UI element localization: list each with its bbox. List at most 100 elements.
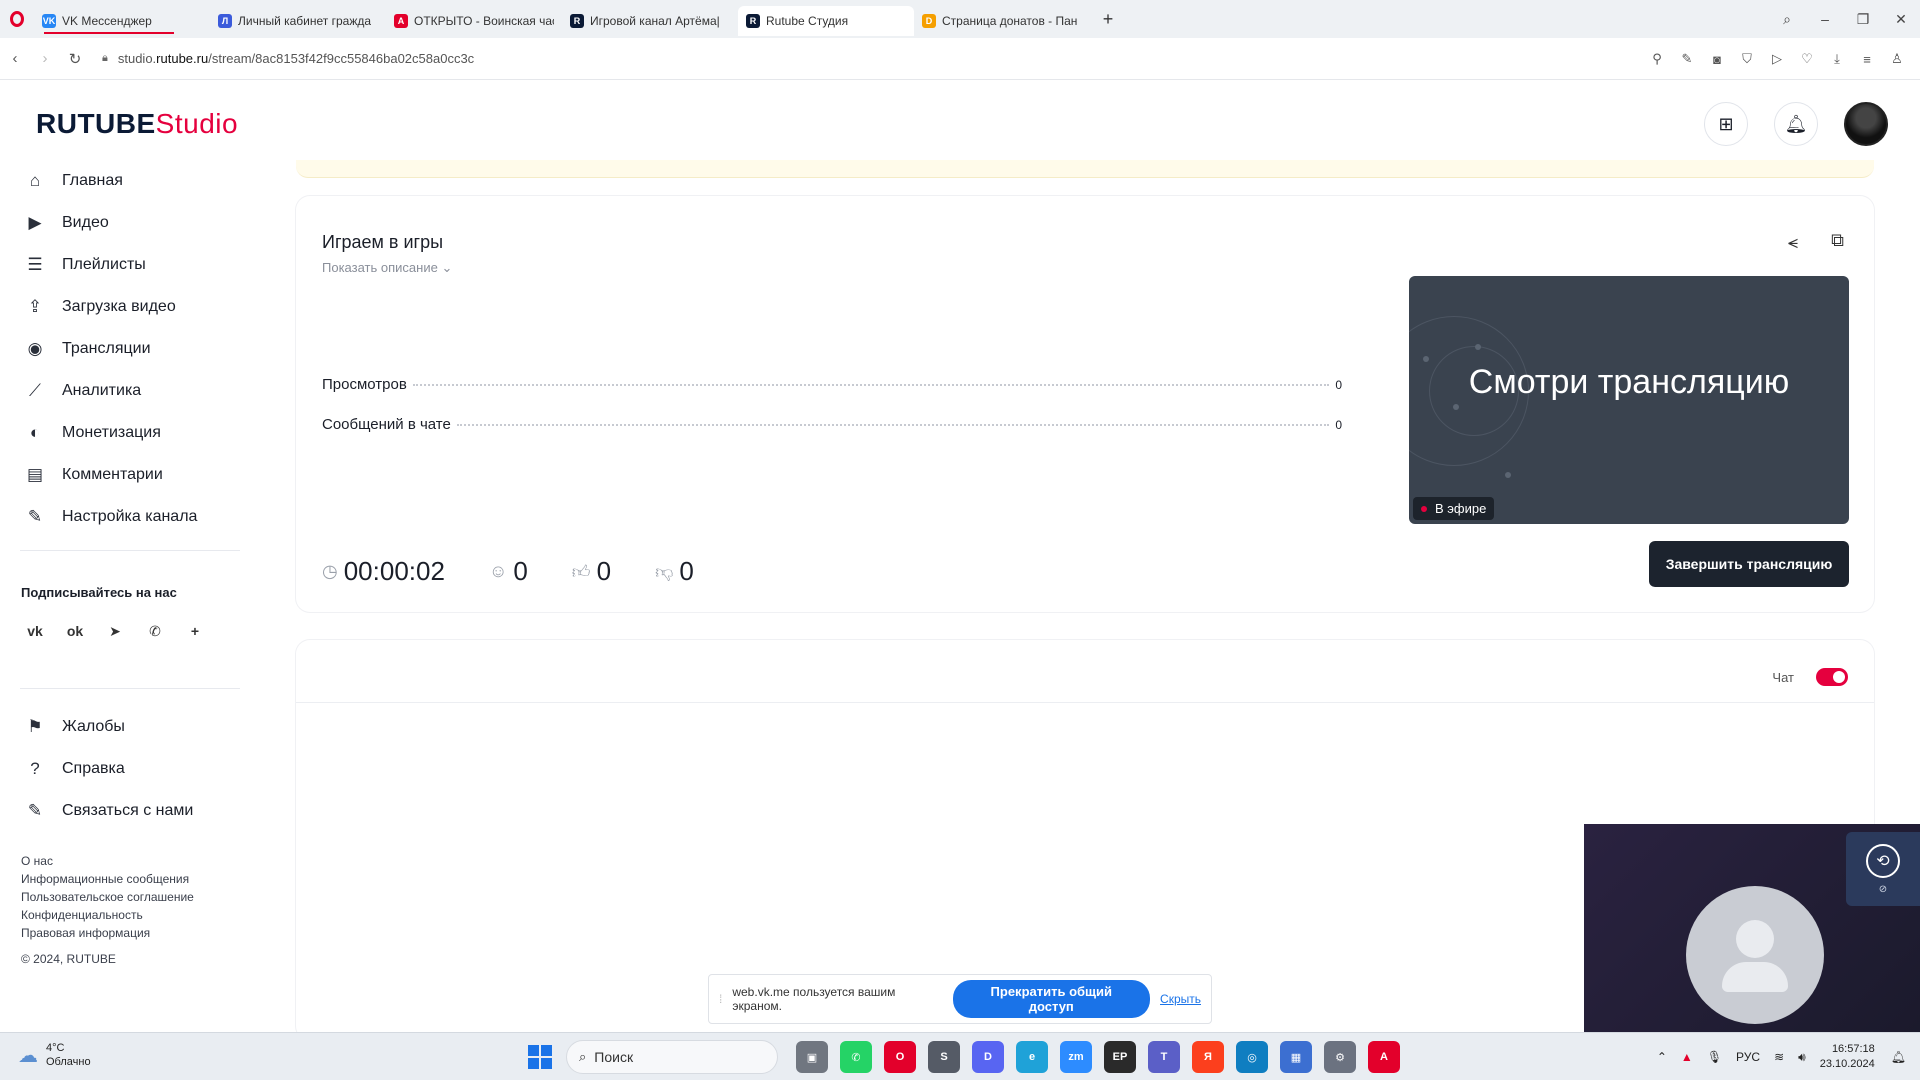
- tab-favicon-icon: А: [394, 14, 408, 28]
- more-icon[interactable]: +: [180, 616, 210, 646]
- footer-link[interactable]: Конфиденциальность: [21, 906, 194, 924]
- footer-link[interactable]: Пользовательское соглашение: [21, 888, 194, 906]
- sidebar-item-analytics[interactable]: ⟋ Аналитика: [0, 370, 240, 412]
- sidebar-secondary-nav: ⚑ Жалобы? Справка ✎ Связаться с нами: [0, 706, 240, 832]
- reload-button[interactable]: ↻: [60, 50, 90, 68]
- contact-icon: ✎: [27, 801, 43, 820]
- show-description-toggle[interactable]: Показать описание ⌄: [322, 260, 452, 276]
- opera-icon[interactable]: O: [884, 1041, 916, 1073]
- browser-tab[interactable]: А ОТКРЫТО - Воинская час: [386, 6, 562, 36]
- zoom-icon[interactable]: ⚲: [1648, 51, 1666, 67]
- stream-title: Играем в игры: [322, 232, 444, 252]
- browser-tab[interactable]: R Rutube Студия: [738, 6, 914, 36]
- edit-icon[interactable]: ✎: [1678, 51, 1696, 67]
- url-field[interactable]: 🔒︎ studio. rutube.ru/stream/8ac8153f42f9c…: [102, 51, 474, 66]
- new-tab-button[interactable]: +: [1096, 7, 1120, 31]
- back-button[interactable]: ‹: [0, 50, 30, 67]
- sidebar-item-comments[interactable]: ▤ Комментарии: [0, 454, 240, 496]
- footer-link[interactable]: Правовая информация: [21, 924, 194, 942]
- call-action-button[interactable]: ⟲: [1866, 843, 1900, 878]
- file-explorer-icon[interactable]: ▣: [796, 1041, 828, 1073]
- discord-icon[interactable]: D: [972, 1041, 1004, 1073]
- weather-widget[interactable]: ☁ 4°C Облачно: [18, 1041, 91, 1069]
- zoom-icon[interactable]: zm: [1060, 1041, 1092, 1073]
- stream-preview[interactable]: Смотри трансляцию В эфире: [1409, 276, 1849, 524]
- notifications-tray-icon[interactable]: 🔔︎: [1891, 1050, 1906, 1064]
- sidebar-item-contact[interactable]: ✎ Связаться с нами: [0, 790, 240, 832]
- hide-link[interactable]: Скрыть: [1160, 992, 1201, 1006]
- play-icon[interactable]: ▷: [1768, 51, 1786, 67]
- telegram-icon[interactable]: ➤: [100, 616, 130, 646]
- footer-link[interactable]: Информационные сообщения: [21, 870, 194, 888]
- sidebar-item-playlist[interactable]: ☰ Плейлисты: [0, 244, 240, 286]
- sidebar-item-upload[interactable]: ⇪ Загрузка видео: [0, 286, 240, 328]
- viber-icon[interactable]: ✆: [140, 616, 170, 646]
- sidebar-item-home[interactable]: ⌂ Главная: [0, 160, 240, 202]
- clock[interactable]: 16:57:18 23.10.2024: [1820, 1042, 1875, 1072]
- store-icon[interactable]: ▦: [1280, 1041, 1312, 1073]
- odnoklassniki-icon[interactable]: ok: [60, 616, 90, 646]
- microphone-icon[interactable]: 🎙︎: [1707, 1050, 1722, 1064]
- volume-icon[interactable]: 🔊︎: [1798, 1050, 1806, 1065]
- yandex-icon[interactable]: Я: [1192, 1041, 1224, 1073]
- menu-icon[interactable]: ≡: [1858, 52, 1876, 67]
- drag-handle-icon[interactable]: ⁞: [719, 992, 722, 1006]
- sidebar-item-label: Трансляции: [62, 340, 151, 357]
- wifi-icon[interactable]: ≋: [1774, 1050, 1784, 1064]
- start-button[interactable]: [528, 1045, 552, 1069]
- chevron-up-icon[interactable]: ⌃: [1657, 1050, 1667, 1064]
- teams-icon[interactable]: T: [1148, 1041, 1180, 1073]
- sidebar-item-flag[interactable]: ⚑ Жалобы: [0, 706, 240, 748]
- share-icon[interactable]: ⪪: [1788, 232, 1798, 253]
- download-icon[interactable]: ⤓: [1828, 51, 1846, 67]
- obs-icon[interactable]: ◎: [1236, 1041, 1268, 1073]
- browser-tab[interactable]: D Страница донатов - Пан: [914, 6, 1090, 36]
- footer-link[interactable]: О нас: [21, 852, 194, 870]
- restore-button[interactable]: ❐: [1844, 11, 1882, 28]
- chat-messages-stat-row: Сообщений в чате 0: [322, 416, 1342, 433]
- camera-off-icon[interactable]: ⊘: [1879, 884, 1887, 895]
- forward-button[interactable]: ›: [30, 50, 60, 67]
- taskbar-search[interactable]: ⌕ Поиск: [566, 1040, 778, 1074]
- system-tray: ⌃ ▲ 🎙︎ РУС ≋ 🔊︎ 16:57:18 23.10.2024 🔔︎: [1657, 1033, 1920, 1080]
- vk-icon[interactable]: vk: [20, 616, 50, 646]
- tray-app-icon[interactable]: ▲: [1681, 1050, 1693, 1064]
- share-message: web.vk.me пользуется вашим экраном.: [732, 985, 896, 1013]
- language-indicator[interactable]: РУС: [1736, 1050, 1760, 1064]
- stop-sharing-button[interactable]: Прекратить общий доступ: [952, 980, 1151, 1018]
- close-window-button[interactable]: ✕: [1882, 11, 1920, 28]
- add-content-button[interactable]: ⊞: [1704, 102, 1748, 146]
- browser-tab[interactable]: R Игровой канал Артёма|: [562, 6, 738, 36]
- tab-favicon-icon: D: [922, 14, 936, 28]
- whatsapp-icon[interactable]: ✆: [840, 1041, 872, 1073]
- notifications-button[interactable]: 🔔︎: [1774, 102, 1818, 146]
- edge-icon[interactable]: e: [1016, 1041, 1048, 1073]
- browser-tab[interactable]: Л Личный кабинет гражда: [210, 6, 386, 36]
- end-stream-button[interactable]: Завершить трансляцию: [1649, 541, 1849, 587]
- avatar[interactable]: [1844, 102, 1888, 146]
- sidebar-item-help[interactable]: ? Справка: [0, 748, 240, 790]
- epic-games-icon[interactable]: EP: [1104, 1041, 1136, 1073]
- sidebar-item-video[interactable]: ▶ Видео: [0, 202, 240, 244]
- call-controls: ⟲ ⊘: [1846, 832, 1920, 906]
- chat-toggle[interactable]: [1816, 668, 1848, 686]
- opera-menu-icon[interactable]: [0, 0, 34, 38]
- sidebar-item-label: Видео: [62, 214, 109, 231]
- settings-icon[interactable]: ⚙: [1324, 1041, 1356, 1073]
- search-tabs-icon[interactable]: ⌕: [1768, 11, 1806, 28]
- shield-icon[interactable]: ⛉: [1738, 51, 1756, 67]
- steam-icon[interactable]: S: [928, 1041, 960, 1073]
- sidebar-item-channel-settings[interactable]: ✎ Настройка канала: [0, 496, 240, 538]
- app-icon[interactable]: A: [1368, 1041, 1400, 1073]
- profile-icon[interactable]: ♙: [1888, 51, 1906, 67]
- sidebar-item-broadcast[interactable]: ◉ Трансляции: [0, 328, 240, 370]
- camera-icon[interactable]: ◙: [1708, 52, 1726, 67]
- browser-tab[interactable]: VK VK Мессенджер: [34, 6, 210, 36]
- open-external-icon[interactable]: ⧉: [1831, 230, 1844, 251]
- tab-favicon-icon: R: [570, 14, 584, 28]
- minimize-button[interactable]: –: [1806, 11, 1844, 27]
- rutube-studio-logo[interactable]: RUTUBEStudio: [36, 108, 238, 140]
- sidebar-item-monetization[interactable]: ◐ Монетизация: [0, 412, 240, 454]
- chat-label: Чат: [1772, 670, 1794, 685]
- heart-icon[interactable]: ♡: [1798, 51, 1816, 67]
